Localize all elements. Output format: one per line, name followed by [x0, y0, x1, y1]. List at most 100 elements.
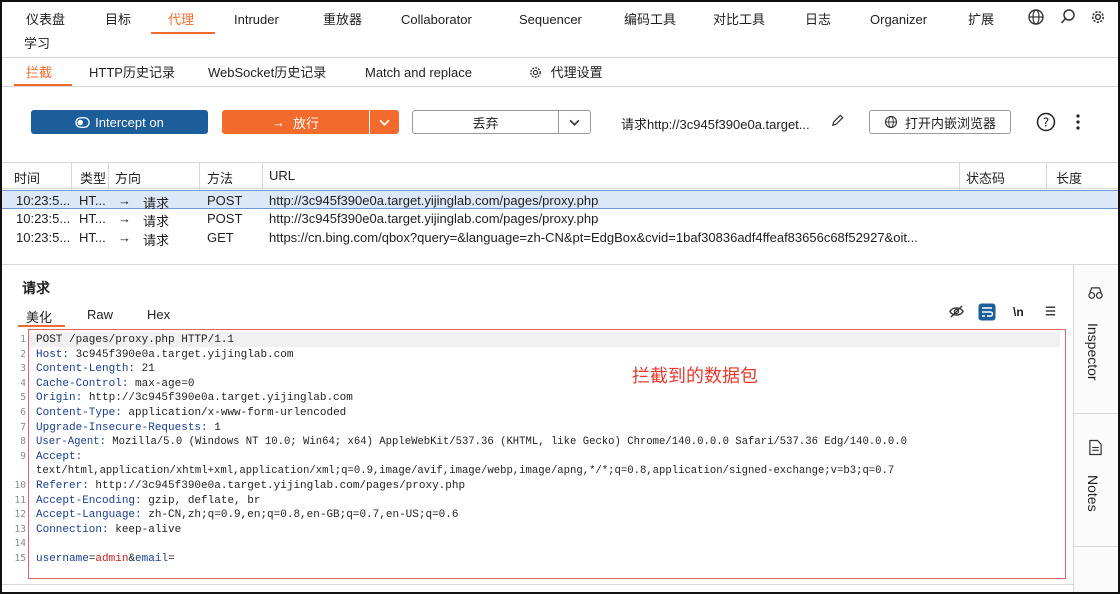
request-body-line: username=admin&email= — [36, 552, 907, 567]
search-icon[interactable] — [1059, 8, 1077, 30]
header-value: max-age=0 — [128, 377, 195, 390]
tab-repeater[interactable]: 重放器 — [323, 10, 362, 30]
table-row[interactable]: 10:23:5... HT... → 请求 GET https://cn.bin… — [2, 228, 1118, 248]
column-divider — [108, 163, 109, 190]
divider — [2, 86, 1118, 87]
header-value: zh-CN,zh;q=0.9,en;q=0.8,en-GB;q=0.7,en-U… — [141, 509, 459, 522]
code-line: Upgrade-Insecure-Requests: 1 — [36, 421, 907, 436]
tab-proxy[interactable]: 代理 — [168, 10, 194, 30]
line-number: 12 — [14, 509, 26, 521]
table-row[interactable]: 10:23:5... HT... → 请求 POST http://3c945f… — [2, 209, 1118, 229]
tab-dashboard[interactable]: 仪表盘 — [26, 10, 65, 30]
notes-icon[interactable] — [1088, 439, 1103, 459]
forward-button[interactable]: → 放行 — [222, 110, 399, 134]
inspector-icon[interactable] — [1087, 285, 1104, 305]
intercept-toggle-button[interactable]: Intercept on — [31, 110, 208, 134]
col-url[interactable]: URL — [269, 168, 295, 183]
code-line: Cache-Control: max-age=0 — [36, 377, 907, 392]
tab-decoder[interactable]: 编码工具 — [624, 10, 676, 30]
header-name: Content-Length: — [36, 363, 136, 376]
proxy-settings-label: 代理设置 — [550, 65, 603, 80]
drop-dropdown[interactable] — [558, 111, 590, 133]
tab-organizer[interactable]: Organizer — [870, 10, 927, 30]
active-pane-tab-indicator — [18, 325, 65, 327]
tab-pretty[interactable]: 美化 — [26, 307, 52, 326]
hide-icon[interactable] — [948, 303, 965, 323]
request-pane-title: 请求 — [22, 280, 50, 296]
globe-icon[interactable] — [1027, 8, 1045, 30]
cell-direction: 请求 — [143, 233, 170, 248]
tab-extensions[interactable]: 扩展 — [968, 10, 994, 30]
code-line: Origin: http://3c945f390e0a.target.yijin… — [36, 391, 907, 406]
header-value: http://3c945f390e0a.target.yijinglab.com — [82, 392, 353, 405]
line-number: 4 — [20, 377, 26, 389]
tab-comparer[interactable]: 对比工具 — [713, 10, 765, 30]
arrow-right-icon: → — [118, 193, 131, 208]
cell-method: POST — [207, 193, 243, 208]
col-method[interactable]: 方法 — [207, 168, 233, 187]
subtab-http-history[interactable]: HTTP历史记录 — [89, 64, 175, 82]
col-status[interactable]: 状态码 — [966, 168, 1005, 187]
subtab-match-replace[interactable]: Match and replace — [365, 64, 472, 82]
tab-learn[interactable]: 学习 — [24, 35, 50, 53]
open-browser-button[interactable]: 打开内嵌浏览器 — [869, 110, 1011, 134]
request-code: POST /pages/proxy.php HTTP/1.1 Host: 3c9… — [36, 333, 907, 567]
tab-sequencer[interactable]: Sequencer — [519, 10, 582, 30]
header-name: Referer: — [36, 479, 89, 492]
header-value: keep-alive — [108, 523, 182, 536]
col-length[interactable]: 长度 — [1056, 168, 1082, 187]
header-name: User-Agent: — [36, 436, 106, 449]
burp-window: 仪表盘 目标 代理 Intruder 重放器 Collaborator Sequ… — [0, 0, 1120, 594]
column-divider — [1046, 163, 1047, 190]
line-number: 15 — [14, 552, 26, 564]
svg-text:?: ? — [1043, 116, 1049, 130]
cell-url: http://3c945f390e0a.target.yijinglab.com… — [269, 193, 599, 208]
request-target-label: 请求http://3c945f390e0a.target... — [621, 117, 810, 132]
line-number: 3 — [20, 363, 26, 375]
pencil-icon[interactable] — [830, 113, 845, 131]
tab-hex[interactable]: Hex — [147, 307, 170, 322]
tab-target[interactable]: 目标 — [105, 10, 131, 30]
menu-icon[interactable] — [1043, 303, 1058, 322]
code-line: Accept-Encoding: gzip, deflate, br — [36, 494, 907, 509]
header-name: Content-Type: — [36, 406, 122, 419]
col-type[interactable]: 类型 — [80, 168, 106, 187]
tab-collaborator[interactable]: Collaborator — [401, 10, 472, 30]
header-name: Accept-Language: — [36, 509, 142, 522]
annotation-label: 拦截到的数据包 — [632, 366, 758, 387]
more-options-icon[interactable] — [1073, 112, 1083, 135]
show-newlines-toggle[interactable]: \n — [1013, 305, 1024, 319]
forward-dropdown[interactable] — [369, 110, 399, 134]
toggle-icon — [75, 116, 90, 128]
code-line: Content-Length: 21 — [36, 362, 907, 377]
wrap-lines-icon[interactable] — [978, 303, 996, 324]
tab-raw[interactable]: Raw — [87, 307, 113, 322]
subtab-intercept[interactable]: 拦截 — [26, 64, 52, 82]
tab-intruder[interactable]: Intruder — [234, 10, 279, 30]
table-row[interactable]: 10:23:5... HT... → 请求 POST http://3c945f… — [2, 190, 1118, 211]
inspector-panel-tab[interactable]: Inspector — [1085, 323, 1101, 381]
gear-icon[interactable] — [1089, 8, 1107, 30]
notes-panel-tab[interactable]: Notes — [1085, 475, 1101, 512]
header-value: POST /pages/proxy.php HTTP/1.1 — [36, 334, 235, 346]
divider — [1074, 413, 1118, 414]
tab-logger[interactable]: 日志 — [805, 10, 831, 30]
help-icon[interactable]: ? — [1036, 112, 1056, 135]
subtab-proxy-settings[interactable]: 代理设置 — [528, 64, 603, 82]
cell-time: 10:23:5... — [16, 193, 71, 208]
line-number: 10 — [14, 479, 26, 491]
subtab-websocket-history[interactable]: WebSocket历史记录 — [208, 64, 326, 82]
code-line: Connection: keep-alive — [36, 523, 907, 538]
code-line: Accept: — [36, 450, 907, 465]
header-value: Mozilla/5.0 (Windows NT 10.0; Win64; x64… — [105, 436, 907, 449]
header-value: 3c945f390e0a.target.yijinglab.com — [69, 348, 294, 361]
column-divider — [262, 163, 263, 190]
line-number: 6 — [20, 406, 26, 418]
col-time[interactable]: 时间 — [14, 168, 40, 187]
header-name: Cache-Control: — [36, 377, 129, 390]
col-direction[interactable]: 方向 — [115, 168, 141, 187]
chevron-down-icon — [569, 119, 580, 126]
column-divider — [71, 163, 72, 190]
drop-button[interactable]: 丢弃 — [412, 110, 591, 134]
